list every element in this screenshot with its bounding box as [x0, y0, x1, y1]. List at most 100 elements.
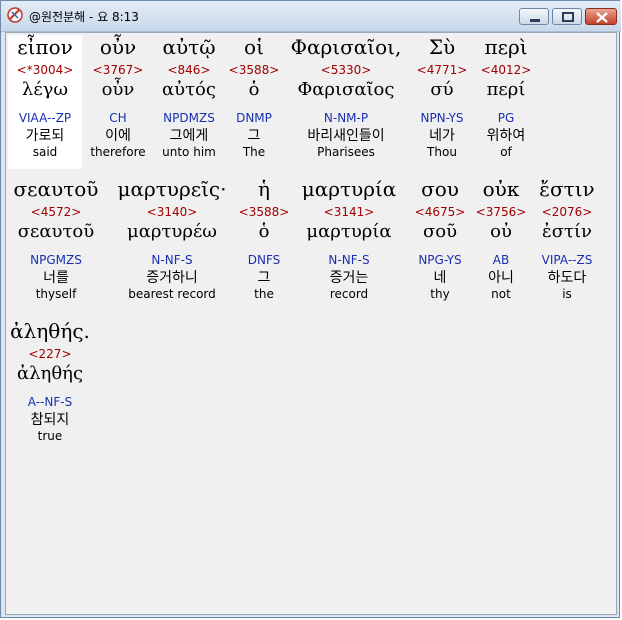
english-gloss: of — [500, 145, 512, 159]
strong-number: <3756> — [475, 205, 527, 219]
english-gloss: Pharisees — [317, 145, 375, 159]
greek-word: εἶπον — [17, 35, 73, 59]
app-icon — [7, 7, 23, 23]
strong-number: <*3004> — [16, 63, 74, 77]
greek-word: περὶ — [484, 35, 528, 59]
word-cell[interactable]: Φαρισαῖοι, <5330> Φαρισαῖος N-NM-P 바리새인들… — [286, 35, 406, 169]
greek-word: αὐτῷ — [162, 35, 216, 59]
close-button[interactable] — [585, 8, 617, 25]
maximize-icon — [562, 12, 574, 22]
greek-word: σου — [421, 177, 459, 201]
english-gloss: The — [242, 145, 266, 159]
english-gloss: record — [329, 287, 369, 301]
korean-gloss: 참되지 — [30, 412, 70, 428]
korean-gloss: 너를 — [43, 270, 69, 286]
morphology-code: NPGMZS — [30, 253, 82, 267]
window-title: @원전분해 - 요 8:13 — [29, 10, 139, 24]
english-gloss: thyself — [35, 287, 77, 301]
greek-word: ἔστιν — [539, 177, 595, 201]
word-cell[interactable]: αὐτῷ <846> αὐτός NPDMZS 그에게 unto him — [156, 35, 222, 169]
english-gloss: true — [37, 429, 63, 443]
morphology-code: DNMP — [236, 111, 272, 125]
english-gloss: not — [491, 287, 511, 301]
english-gloss: unto him — [162, 145, 216, 159]
strong-number: <227> — [28, 347, 72, 361]
word-cell[interactable]: σεαυτοῦ <4572> σεαυτοῦ NPGMZS 너를 thyself — [8, 177, 104, 311]
greek-word: οὖν — [99, 35, 137, 59]
morphology-code: N-NF-S — [328, 253, 370, 267]
greek-word: ἡ — [258, 177, 270, 201]
korean-gloss: 네 — [433, 270, 447, 286]
greek-word: Φαρισαῖοι, — [290, 35, 402, 59]
word-grid: εἶπον <*3004> λέγω VIAA--ZP 가로되 said οὖν… — [5, 32, 617, 615]
word-cell[interactable]: οὐκ <3756> οὐ AB 아니 not — [472, 177, 530, 311]
korean-gloss: 증거하니 — [146, 270, 198, 286]
word-cell[interactable]: μαρτυρεῖς· <3140> μαρτυρέω N-NF-S 증거하니 b… — [110, 177, 234, 311]
morphology-code: DNFS — [247, 253, 281, 267]
greek-word: σεαυτοῦ — [13, 177, 99, 201]
lemma: σύ — [430, 79, 454, 100]
morphology-code: N-NM-P — [323, 111, 369, 125]
strong-number: <5330> — [320, 63, 372, 77]
word-cell[interactable]: ἔστιν <2076> ἐστίν VIPA--ZS 하도다 is — [532, 177, 602, 311]
maximize-button[interactable] — [552, 8, 582, 25]
lemma: ὁ — [248, 79, 260, 100]
english-gloss: the — [254, 287, 274, 301]
lemma: ἀληθής — [16, 363, 84, 384]
word-cell[interactable]: ἡ <3588> ὁ DNFS 그 the — [238, 177, 290, 311]
strong-number: <2076> — [541, 205, 593, 219]
strong-number: <846> — [167, 63, 211, 77]
korean-gloss: 바리새인들이 — [307, 128, 385, 144]
lemma: ἐστίν — [542, 221, 592, 242]
morphology-code: AB — [492, 253, 510, 267]
morphology-code: N-NF-S — [151, 253, 193, 267]
word-cell[interactable]: ἀληθής. <227> ἀληθής A--NF-S 참되지 true — [8, 319, 92, 453]
morphology-code: CH — [109, 111, 127, 125]
lemma: οὖν — [101, 79, 135, 100]
strong-number: <3767> — [92, 63, 144, 77]
close-icon — [596, 12, 608, 23]
english-gloss: said — [32, 145, 58, 159]
word-cell[interactable]: οὖν <3767> οὖν CH 이에 therefore — [86, 35, 150, 169]
word-cell[interactable]: περὶ <4012> περί PG 위하여 of — [474, 35, 538, 169]
korean-gloss: 아니 — [488, 270, 514, 286]
lemma: σεαυτοῦ — [17, 221, 95, 242]
title-bar[interactable]: @원전분해 - 요 8:13 — [1, 1, 621, 32]
morphology-code: NPDMZS — [163, 111, 215, 125]
greek-word: μαρτυρία — [301, 177, 397, 201]
lemma: σοῦ — [422, 221, 458, 242]
strong-number: <3588> — [238, 205, 290, 219]
greek-word: Σὺ — [428, 35, 456, 59]
strong-number: <4012> — [480, 63, 532, 77]
word-cell[interactable]: μαρτυρία <3141> μαρτυρία N-NF-S 증거는 reco… — [294, 177, 404, 311]
word-cell[interactable]: σου <4675> σοῦ NPG-YS 네 thy — [410, 177, 470, 311]
lemma: αὐτός — [162, 79, 216, 100]
morphology-code: A--NF-S — [27, 395, 73, 409]
minimize-icon — [530, 19, 540, 22]
lemma: ὁ — [258, 221, 270, 242]
greek-word: οἱ — [244, 35, 264, 59]
english-gloss: is — [562, 287, 572, 301]
lemma: οὐ — [490, 221, 512, 242]
strong-number: <3141> — [323, 205, 375, 219]
lemma: μαρτυρία — [306, 221, 392, 242]
korean-gloss: 이에 — [105, 128, 131, 144]
morphology-code: VIPA--ZS — [541, 253, 593, 267]
strong-number: <3140> — [146, 205, 198, 219]
lemma: μαρτυρέω — [127, 221, 217, 242]
word-cell[interactable]: οἱ <3588> ὁ DNMP 그 The — [228, 35, 280, 169]
english-gloss: thy — [430, 287, 450, 301]
word-cell[interactable]: εἶπον <*3004> λέγω VIAA--ZP 가로되 said — [8, 35, 82, 169]
english-gloss: bearest record — [128, 287, 216, 301]
korean-gloss: 그 — [257, 270, 271, 286]
lemma: περί — [486, 79, 526, 100]
english-gloss: therefore — [90, 145, 146, 159]
minimize-button[interactable] — [519, 8, 549, 25]
morphology-code: VIAA--ZP — [18, 111, 72, 125]
greek-word: μαρτυρεῖς· — [117, 177, 227, 201]
morphology-code: NPG-YS — [418, 253, 462, 267]
word-cell[interactable]: Σὺ <4771> σύ NPN-YS 네가 Thou — [410, 35, 474, 169]
greek-word: ἀληθής. — [10, 319, 90, 343]
strong-number: <3588> — [228, 63, 280, 77]
lemma: λέγω — [21, 79, 69, 100]
